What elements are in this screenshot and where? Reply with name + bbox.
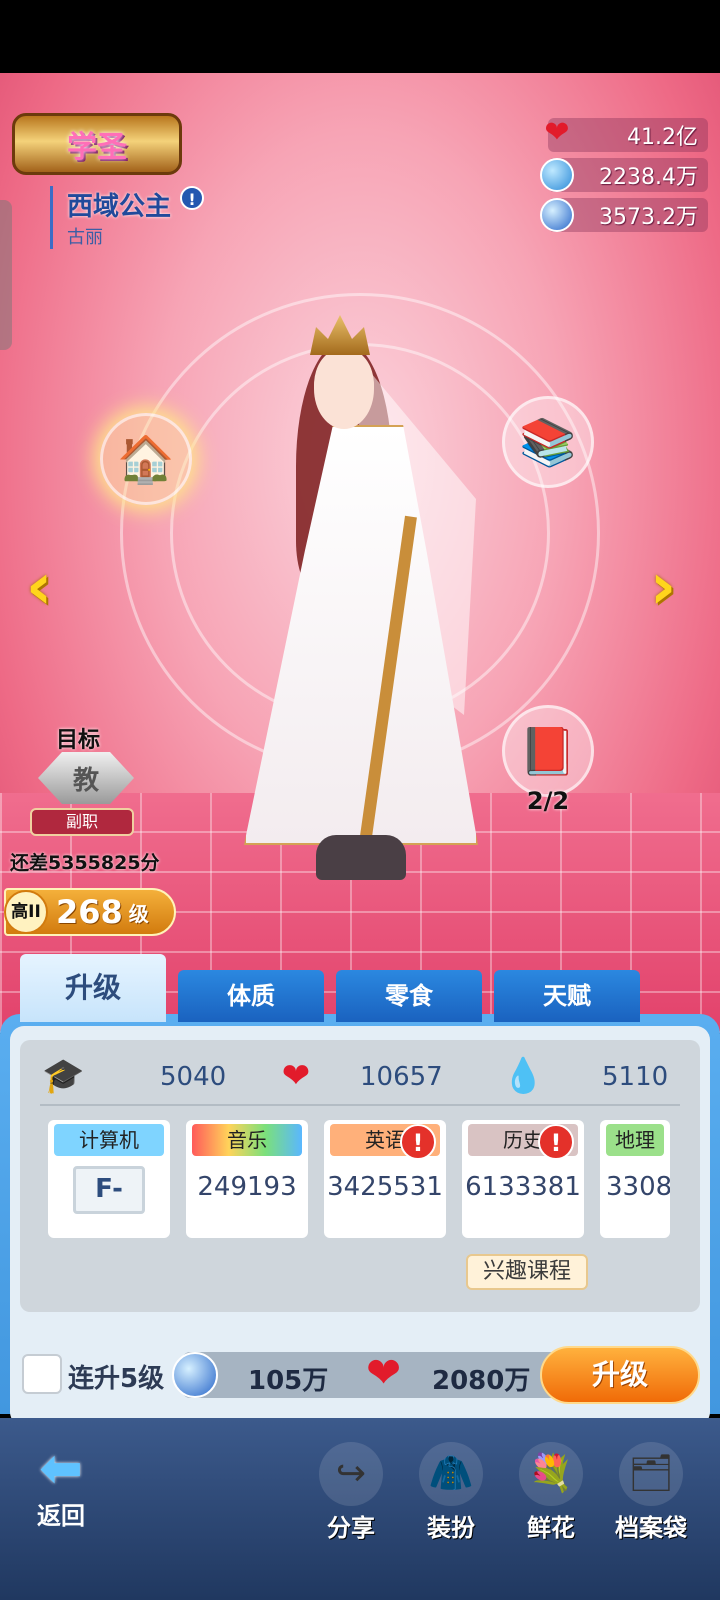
character-boots <box>316 835 406 880</box>
tab-snacks[interactable]: 零食 <box>336 970 482 1022</box>
house-button[interactable]: 🏠 <box>100 413 192 505</box>
bookshelf-icon: 📚 <box>519 414 577 469</box>
bouquet-icon: 💐 <box>519 1442 583 1506</box>
water-drop-icon <box>540 158 574 192</box>
course-card-geography[interactable]: 地理 3308 <box>600 1120 670 1238</box>
heart-cost: 2080万 <box>432 1366 531 1396</box>
status-bar <box>0 0 720 73</box>
course-card-music[interactable]: 音乐 249193 <box>186 1120 308 1238</box>
monitor-icon: F- <box>73 1166 145 1214</box>
divider <box>40 1104 680 1106</box>
flowers-button[interactable]: 💐 鲜花 <box>506 1442 596 1543</box>
heart-icon: ❤ <box>544 115 570 150</box>
chain-upgrade-checkbox[interactable] <box>22 1354 62 1394</box>
target-label: 目标 <box>56 728 101 753</box>
graduation-cap-icon: 🎓 <box>42 1056 85 1096</box>
points-gap: 还差5355825分 <box>10 852 160 874</box>
chain-upgrade-label: 连升5级 <box>68 1364 165 1394</box>
back-button[interactable]: ⬅ 返回 <box>16 1442 106 1531</box>
crown-icon <box>310 315 370 355</box>
globe-cost: 105万 <box>248 1366 329 1396</box>
house-icon: 🏠 <box>117 431 175 486</box>
books-button[interactable]: 📕 <box>502 705 594 797</box>
jacket-icon: 🧥 <box>419 1442 483 1506</box>
stat-row: 🎓 5040 ❤ 10657 💧 5110 <box>40 1056 680 1102</box>
stat-drop-value: 5110 <box>602 1062 669 1092</box>
stat-cap-value: 5040 <box>160 1062 227 1092</box>
share-button[interactable]: ↪ 分享 <box>306 1442 396 1543</box>
tab-constitution[interactable]: 体质 <box>178 970 324 1022</box>
course-card-english[interactable]: 英语 ! 3425531 <box>324 1120 446 1238</box>
tab-talent[interactable]: 天赋 <box>494 970 640 1022</box>
side-drawer-handle[interactable] <box>0 200 12 350</box>
character-face <box>314 349 374 429</box>
heart-icon: ❤ <box>366 1348 402 1397</box>
resource-hearts: ❤ 41.2亿 <box>544 118 708 152</box>
globe-icon <box>172 1352 218 1398</box>
character-subname: 古丽 <box>67 227 103 248</box>
book-icon: 📕 <box>519 723 577 778</box>
tab-upgrade[interactable]: 升级 <box>20 954 166 1022</box>
upgrade-button[interactable]: 升级 <box>540 1346 700 1404</box>
target-title: 副职 <box>30 808 134 836</box>
share-icon: ↪ <box>319 1442 383 1506</box>
book-count: 2/2 <box>526 787 570 815</box>
stat-heart-value: 10657 <box>360 1062 443 1092</box>
back-arrow-icon: ⬅ <box>39 1439 83 1499</box>
resource-globe: 3573.2万 <box>540 198 708 232</box>
dress-up-button[interactable]: 🧥 装扮 <box>406 1442 496 1543</box>
character-name: 西域公主 <box>67 192 172 222</box>
character-figure <box>236 315 486 900</box>
level-number: 268 <box>56 893 123 931</box>
course-card-computer[interactable]: 计算机 F- <box>48 1120 170 1238</box>
water-drop-icon: 💧 <box>502 1056 545 1096</box>
character-name-block: 西域公主 古丽 <box>50 186 171 249</box>
rank-badge: 学圣 <box>12 113 182 175</box>
alert-icon: ! <box>538 1124 574 1160</box>
info-icon[interactable]: ! <box>180 186 204 210</box>
next-character-arrow[interactable]: › <box>640 555 686 619</box>
previous-character-arrow[interactable]: ‹ <box>16 555 62 619</box>
heart-icon: ❤ <box>281 1056 311 1096</box>
interest-course-button[interactable]: 兴趣课程 <box>466 1254 588 1290</box>
level-unit: 级 <box>128 901 149 926</box>
level-bar: 高II 268 级 <box>4 888 176 936</box>
alert-icon: ! <box>400 1124 436 1160</box>
grade-chip: 高II <box>4 890 48 934</box>
archive-envelope-icon: 🗂 <box>619 1442 683 1506</box>
bookshelf-button[interactable]: 📚 <box>502 396 594 488</box>
resource-water: 2238.4万 <box>540 158 708 192</box>
globe-icon <box>540 198 574 232</box>
archive-button[interactable]: 🗂 档案袋 <box>606 1442 696 1543</box>
course-card-history[interactable]: 历史 ! 6133381 <box>462 1120 584 1238</box>
